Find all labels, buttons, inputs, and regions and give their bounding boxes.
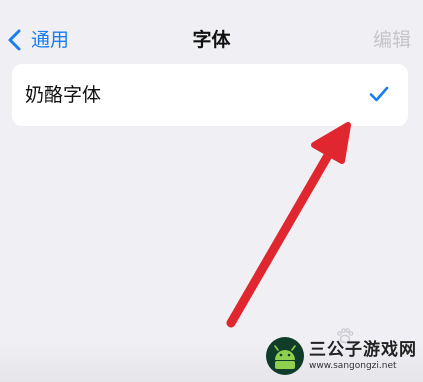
- android-logo-icon: [266, 337, 304, 375]
- navigation-bar: 通用 字体 编辑: [0, 0, 423, 66]
- page-title: 字体: [192, 29, 231, 51]
- watermark-url: www.sangongzi.net: [309, 360, 397, 371]
- font-name-label: 奶酪字体: [25, 84, 102, 106]
- font-list: 奶酪字体: [12, 64, 408, 126]
- watermark: 三公子游戏网 www.sangongzi.net: [265, 336, 417, 376]
- checkmark-icon: [369, 86, 389, 102]
- watermark-name: 三公子游戏网: [309, 339, 417, 360]
- edit-button[interactable]: 编辑: [373, 24, 411, 56]
